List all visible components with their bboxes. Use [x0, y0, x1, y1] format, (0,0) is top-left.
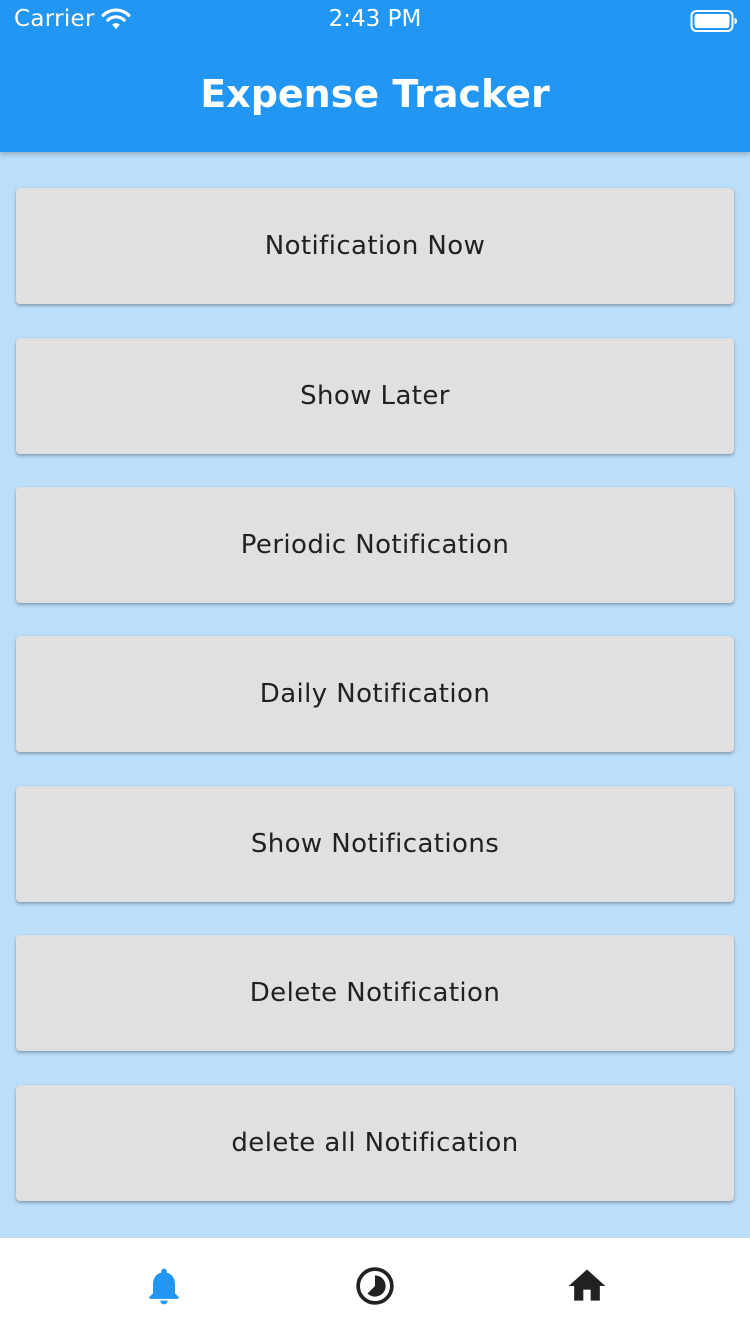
bottom-navigation-bar — [0, 1238, 750, 1334]
nav-item-notifications[interactable] — [142, 1264, 186, 1308]
battery-icon — [690, 10, 737, 32]
delete-notification-button[interactable]: Delete Notification — [16, 935, 734, 1051]
app-bar: Carrier 2:43 PM Expense Tracker — [0, 0, 750, 152]
show-later-button[interactable]: Show Later — [16, 338, 734, 454]
show-notifications-button[interactable]: Show Notifications — [16, 786, 734, 902]
delete-all-notification-button[interactable]: delete all Notification — [16, 1085, 734, 1201]
page-title: Expense Tracker — [200, 72, 550, 116]
home-icon — [568, 1269, 606, 1301]
nav-item-home[interactable] — [565, 1264, 609, 1308]
bell-icon — [149, 1268, 179, 1305]
clock-icon — [356, 1267, 394, 1305]
nav-item-history[interactable] — [353, 1264, 397, 1308]
daily-notification-button[interactable]: Daily Notification — [16, 636, 734, 752]
button-list: Notification Now Show Later Periodic Not… — [0, 0, 750, 1238]
status-time: 2:43 PM — [328, 6, 422, 32]
notification-now-button[interactable]: Notification Now — [16, 188, 734, 304]
status-bar: Carrier 2:43 PM — [0, 0, 750, 40]
periodic-notification-button[interactable]: Periodic Notification — [16, 487, 734, 603]
